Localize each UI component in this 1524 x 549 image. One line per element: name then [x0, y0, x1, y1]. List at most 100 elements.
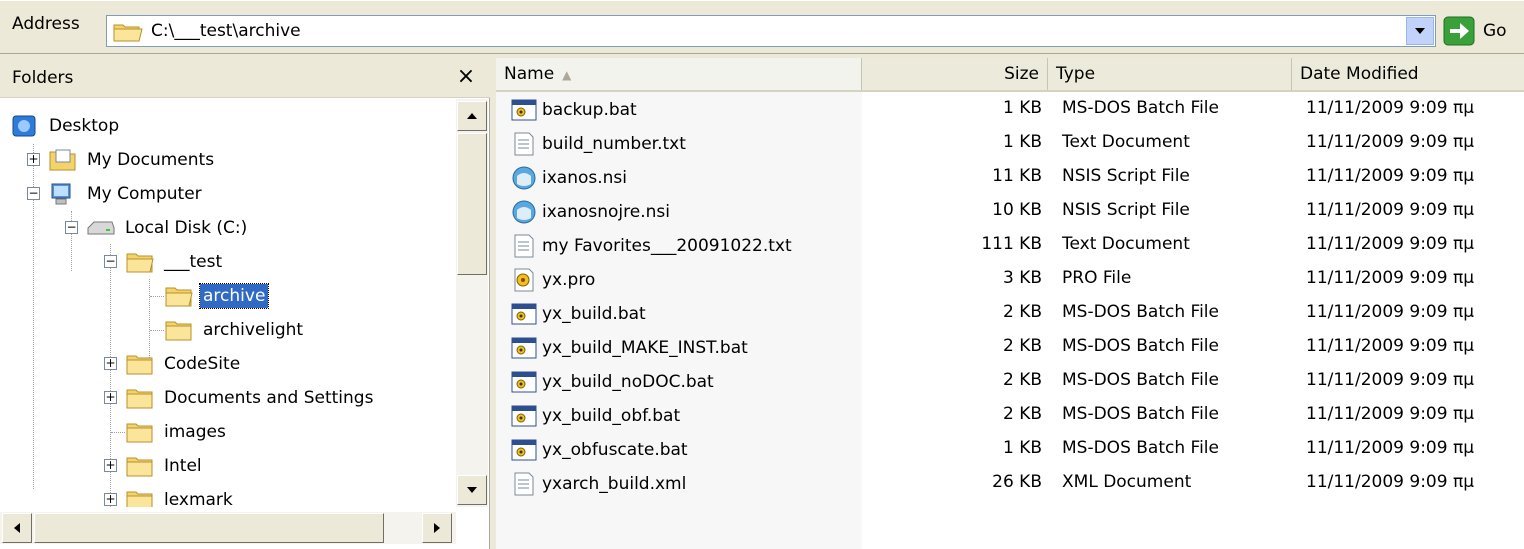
file-list: Name ▲ Size Type Date Modified backup.bat…	[496, 58, 1524, 549]
address-dropdown-button[interactable]	[1406, 17, 1434, 45]
scroll-thumb[interactable]	[34, 513, 384, 543]
file-name-cell[interactable]: yxarch_build.xml	[510, 468, 686, 499]
file-name-cell[interactable]: yx_obfuscate.bat	[510, 434, 688, 465]
tree-item-images[interactable]: images	[125, 415, 229, 449]
tree-item-archive[interactable]: archive	[164, 279, 270, 313]
folder-icon	[113, 24, 143, 42]
file-type: MS-DOS Batch File	[1062, 98, 1219, 118]
file-date-modified: 11/11/2009 9:09 πμ	[1306, 200, 1475, 220]
file-row[interactable]: yx_obfuscate.bat 1 KB MS-DOS Batch File 11/…	[496, 433, 1524, 466]
scroll-thumb[interactable]	[457, 133, 487, 275]
go-label: Go	[1483, 21, 1507, 41]
tree-item-test[interactable]: ___test	[125, 245, 225, 279]
expand-icon[interactable]: +	[104, 459, 117, 472]
file-type: MS-DOS Batch File	[1062, 302, 1219, 322]
tree-item-codesite[interactable]: CodeSite	[125, 347, 243, 381]
file-name-cell[interactable]: build_number.txt	[510, 128, 686, 159]
file-row[interactable]: yx_build_MAKE_INST.bat 2 KB MS-DOS Batch F…	[496, 331, 1524, 364]
file-size: 2 KB	[1002, 370, 1042, 390]
folders-title: Folders	[12, 68, 74, 88]
file-row[interactable]: backup.bat 1 KB MS-DOS Batch File 11/11/200…	[496, 93, 1524, 126]
collapse-icon[interactable]: −	[65, 221, 78, 234]
column-header-date-modified[interactable]: Date Modified	[1292, 58, 1524, 90]
go-button[interactable]: Go	[1443, 15, 1523, 47]
tree-item-lexmark[interactable]: lexmark	[125, 483, 236, 507]
file-row[interactable]: build_number.txt 1 KB Text Document 11/11/2…	[496, 127, 1524, 160]
column-header-name[interactable]: Name ▲	[496, 58, 862, 90]
file-name: yx_build_obf.bat	[542, 405, 681, 426]
expand-icon[interactable]: +	[104, 391, 117, 404]
folder-tree: Desktop + My Documents − My Computer − L…	[0, 99, 456, 507]
column-header-type[interactable]: Type	[1048, 58, 1292, 90]
file-row[interactable]: ixanosnojre.nsi 10 KB NSIS Script File 11/1…	[496, 195, 1524, 228]
tree-item-intel[interactable]: Intel	[125, 449, 205, 483]
batch-file-icon	[511, 405, 537, 426]
column-header-size[interactable]: Size	[862, 58, 1048, 90]
folder-icon	[126, 457, 153, 477]
file-date-modified: 11/11/2009 9:09 πμ	[1306, 438, 1475, 458]
go-arrow-icon	[1443, 16, 1475, 46]
file-name-cell[interactable]: backup.bat	[510, 94, 637, 125]
tree-item-desktop[interactable]: Desktop	[10, 109, 122, 143]
file-row[interactable]: my Favorites___20091022.txt 111 KB Text Do…	[496, 229, 1524, 262]
file-row[interactable]: yx_build.bat 2 KB MS-DOS Batch File 11/11/2…	[496, 297, 1524, 330]
chevron-left-icon	[14, 523, 20, 533]
file-name-cell[interactable]: ixanos.nsi	[510, 162, 627, 193]
file-row[interactable]: yx_build_noDOC.bat 2 KB MS-DOS Batch File 1…	[496, 365, 1524, 398]
folder-tree-horizontal-scrollbar[interactable]	[0, 512, 456, 544]
file-name-cell[interactable]: ixanosnojre.nsi	[510, 196, 670, 227]
folder-icon	[126, 423, 153, 443]
scroll-up-button[interactable]	[457, 101, 487, 131]
file-row[interactable]: yxarch_build.xml 26 KB XML Document 11/11/2…	[496, 467, 1524, 500]
file-date-modified: 11/11/2009 9:09 πμ	[1306, 268, 1475, 288]
file-name-cell[interactable]: yx_build_obf.bat	[510, 400, 680, 431]
file-name: yx_build.bat	[542, 303, 646, 324]
file-date-modified: 11/11/2009 9:09 πμ	[1306, 472, 1475, 492]
tree-item-documents-and-settings[interactable]: Documents and Settings	[125, 381, 376, 415]
file-date-modified: 11/11/2009 9:09 πμ	[1306, 370, 1475, 390]
file-date-modified: 11/11/2009 9:09 πμ	[1306, 336, 1475, 356]
expand-icon[interactable]: +	[104, 357, 117, 370]
address-label: Address	[12, 14, 80, 34]
collapse-icon[interactable]: −	[27, 187, 40, 200]
folder-icon	[126, 355, 153, 375]
file-size: 10 KB	[992, 200, 1042, 220]
expand-icon[interactable]: +	[104, 493, 117, 506]
file-row[interactable]: yx_build_obf.bat 2 KB MS-DOS Batch File 11/…	[496, 399, 1524, 432]
folder-open-icon	[126, 253, 154, 273]
file-name-cell[interactable]: yx_build.bat	[510, 298, 646, 329]
file-size: 26 KB	[992, 472, 1042, 492]
file-row[interactable]: ixanos.nsi 11 KB NSIS Script File 11/11/200…	[496, 161, 1524, 194]
file-name: ixanosnojre.nsi	[542, 201, 670, 222]
chevron-down-icon	[467, 487, 477, 493]
close-icon[interactable]: ×	[452, 64, 480, 92]
file-type: MS-DOS Batch File	[1062, 370, 1219, 390]
folder-tree-vertical-scrollbar[interactable]	[456, 99, 488, 507]
collapse-icon[interactable]: −	[104, 255, 117, 268]
file-name-cell[interactable]: yx.pro	[510, 264, 595, 295]
scroll-right-button[interactable]	[422, 513, 452, 543]
file-row[interactable]: yx.pro 3 KB PRO File 11/11/2009 9:09 πμ	[496, 263, 1524, 296]
file-name-cell[interactable]: yx_build_noDOC.bat	[510, 366, 714, 397]
text-file-icon	[514, 234, 534, 257]
address-input[interactable]: C:\___test\archive	[106, 15, 1436, 47]
my-computer-icon	[51, 183, 71, 205]
tree-item-local-disk[interactable]: Local Disk (C:)	[86, 211, 250, 245]
file-date-modified: 11/11/2009 9:09 πμ	[1306, 302, 1475, 322]
file-name-cell[interactable]: yx_build_MAKE_INST.bat	[510, 332, 748, 363]
file-size: 1 KB	[1002, 98, 1042, 118]
nsis-file-icon	[512, 200, 536, 223]
file-name: build_number.txt	[542, 133, 686, 154]
file-type: MS-DOS Batch File	[1062, 336, 1219, 356]
file-size: 1 KB	[1002, 438, 1042, 458]
scroll-left-button[interactable]	[2, 513, 32, 543]
tree-item-my-documents[interactable]: My Documents	[48, 143, 217, 177]
file-name-cell[interactable]: my Favorites___20091022.txt	[510, 230, 792, 261]
tree-item-archivelight[interactable]: archivelight	[164, 313, 306, 347]
file-date-modified: 11/11/2009 9:09 πμ	[1306, 98, 1475, 118]
tree-item-my-computer[interactable]: My Computer	[48, 177, 205, 211]
xml-file-icon	[514, 472, 534, 495]
expand-icon[interactable]: +	[27, 153, 40, 166]
disk-drive-icon	[87, 221, 115, 235]
scroll-down-button[interactable]	[457, 475, 487, 505]
